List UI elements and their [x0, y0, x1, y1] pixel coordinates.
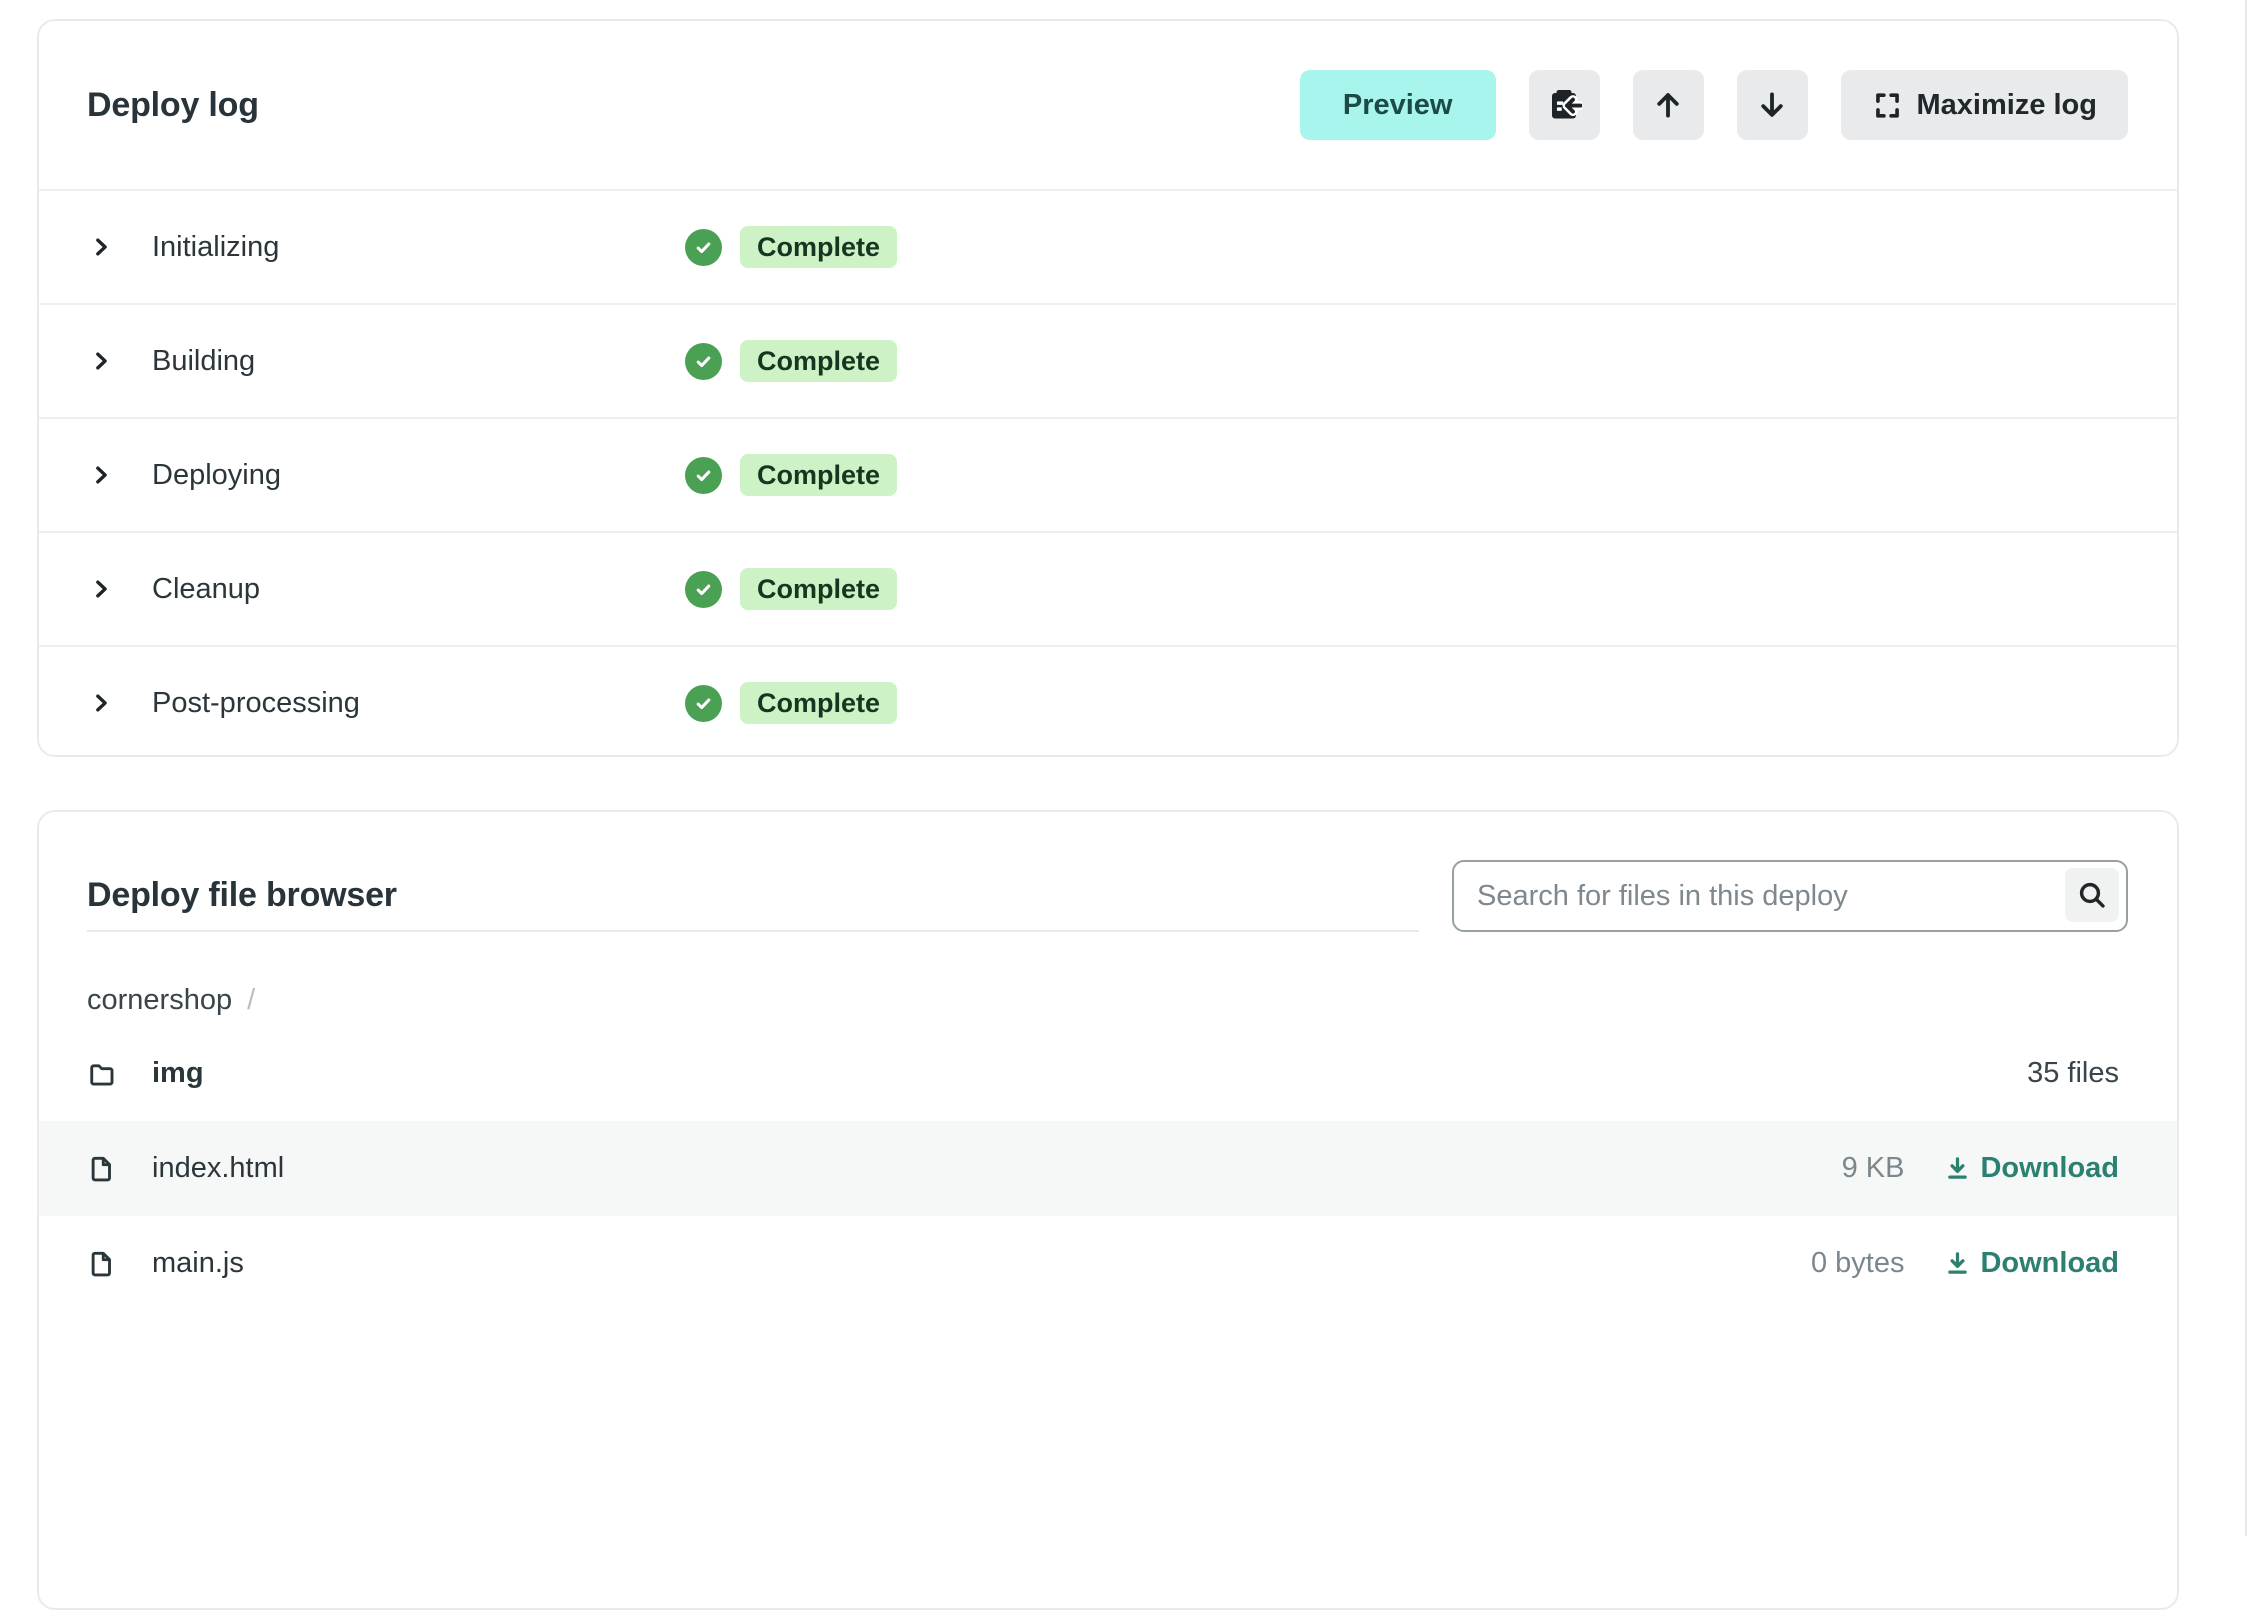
- download-label: Download: [1980, 1247, 2119, 1280]
- maximize-icon: [1872, 90, 1903, 121]
- stage-status: Complete: [685, 682, 897, 724]
- file-size: 0 bytes: [1811, 1247, 1905, 1280]
- file-search-input[interactable]: [1452, 860, 2128, 932]
- download-button[interactable]: Download: [1944, 1152, 2119, 1185]
- search-button[interactable]: [2065, 868, 2119, 922]
- search-icon: [2076, 879, 2108, 911]
- file-row-main-js[interactable]: main.js 0 bytes Download: [39, 1216, 2177, 1311]
- file-search: [1452, 860, 2128, 932]
- arrow-up-icon: [1651, 88, 1685, 122]
- check-circle-icon: [685, 571, 722, 608]
- download-icon: [1944, 1250, 1971, 1277]
- stage-label: Cleanup: [152, 573, 685, 606]
- status-badge: Complete: [740, 340, 897, 382]
- breadcrumb-separator: /: [247, 984, 255, 1017]
- download-button[interactable]: Download: [1944, 1247, 2119, 1280]
- page: Deploy log Preview: [0, 0, 2250, 1536]
- check-circle-icon: [685, 457, 722, 494]
- file-size: 9 KB: [1842, 1152, 1905, 1185]
- maximize-log-label: Maximize log: [1917, 89, 2098, 122]
- file-icon: [87, 1249, 117, 1279]
- file-row-img[interactable]: img 35 files: [39, 1026, 2177, 1121]
- file-rows: img 35 files index.html 9 KB: [39, 1026, 2177, 1311]
- stage-status: Complete: [685, 568, 897, 610]
- stage-row-cleanup[interactable]: Cleanup Complete: [39, 531, 2177, 645]
- folder-icon: [87, 1059, 117, 1089]
- stage-status: Complete: [685, 340, 897, 382]
- file-browser-title-wrap: Deploy file browser: [87, 860, 1419, 932]
- chevron-right-icon: [90, 350, 112, 372]
- status-badge: Complete: [740, 682, 897, 724]
- clipboard-import-icon: [1546, 87, 1582, 123]
- breadcrumb-root[interactable]: cornershop: [87, 984, 232, 1017]
- folder-file-count: 35 files: [2027, 1057, 2119, 1090]
- scroll-to-bottom-button[interactable]: [1737, 70, 1808, 140]
- stage-status: Complete: [685, 454, 897, 496]
- stage-row-building[interactable]: Building Complete: [39, 303, 2177, 417]
- file-icon: [87, 1154, 117, 1184]
- stage-label: Building: [152, 345, 685, 378]
- stage-status: Complete: [685, 226, 897, 268]
- status-badge: Complete: [740, 568, 897, 610]
- stage-row-post-processing[interactable]: Post-processing Complete: [39, 645, 2177, 757]
- download-icon: [1944, 1155, 1971, 1182]
- file-browser-title: Deploy file browser: [87, 876, 397, 915]
- file-row-index-html[interactable]: index.html 9 KB Download: [39, 1121, 2177, 1216]
- page-right-border: [2245, 0, 2247, 1536]
- chevron-right-icon: [90, 692, 112, 714]
- chevron-right-icon: [90, 578, 112, 600]
- check-circle-icon: [685, 343, 722, 380]
- preview-button[interactable]: Preview: [1300, 70, 1496, 140]
- breadcrumb: cornershop /: [87, 982, 2129, 1018]
- stage-label: Deploying: [152, 459, 685, 492]
- status-badge: Complete: [740, 454, 897, 496]
- file-name: img: [152, 1057, 204, 1090]
- check-circle-icon: [685, 229, 722, 266]
- stage-row-deploying[interactable]: Deploying Complete: [39, 417, 2177, 531]
- deploy-log-header: Deploy log Preview: [39, 21, 2177, 189]
- stage-row-initializing[interactable]: Initializing Complete: [39, 189, 2177, 303]
- chevron-right-icon: [90, 464, 112, 486]
- file-name: main.js: [152, 1247, 244, 1280]
- deploy-log-title: Deploy log: [87, 86, 259, 125]
- chevron-right-icon: [90, 236, 112, 258]
- arrow-down-icon: [1755, 88, 1789, 122]
- status-badge: Complete: [740, 226, 897, 268]
- copy-log-button[interactable]: [1529, 70, 1600, 140]
- file-browser-header: Deploy file browser: [87, 860, 2128, 932]
- deploy-log-actions: Preview: [1300, 70, 2128, 140]
- maximize-log-button[interactable]: Maximize log: [1841, 70, 2129, 140]
- stage-label: Post-processing: [152, 687, 685, 720]
- scroll-to-top-button[interactable]: [1633, 70, 1704, 140]
- download-label: Download: [1980, 1152, 2119, 1185]
- deploy-log-card: Deploy log Preview: [37, 19, 2179, 757]
- deploy-file-browser-card: Deploy file browser cornershop /: [37, 810, 2179, 1610]
- check-circle-icon: [685, 685, 722, 722]
- file-name: index.html: [152, 1152, 284, 1185]
- stage-label: Initializing: [152, 231, 685, 264]
